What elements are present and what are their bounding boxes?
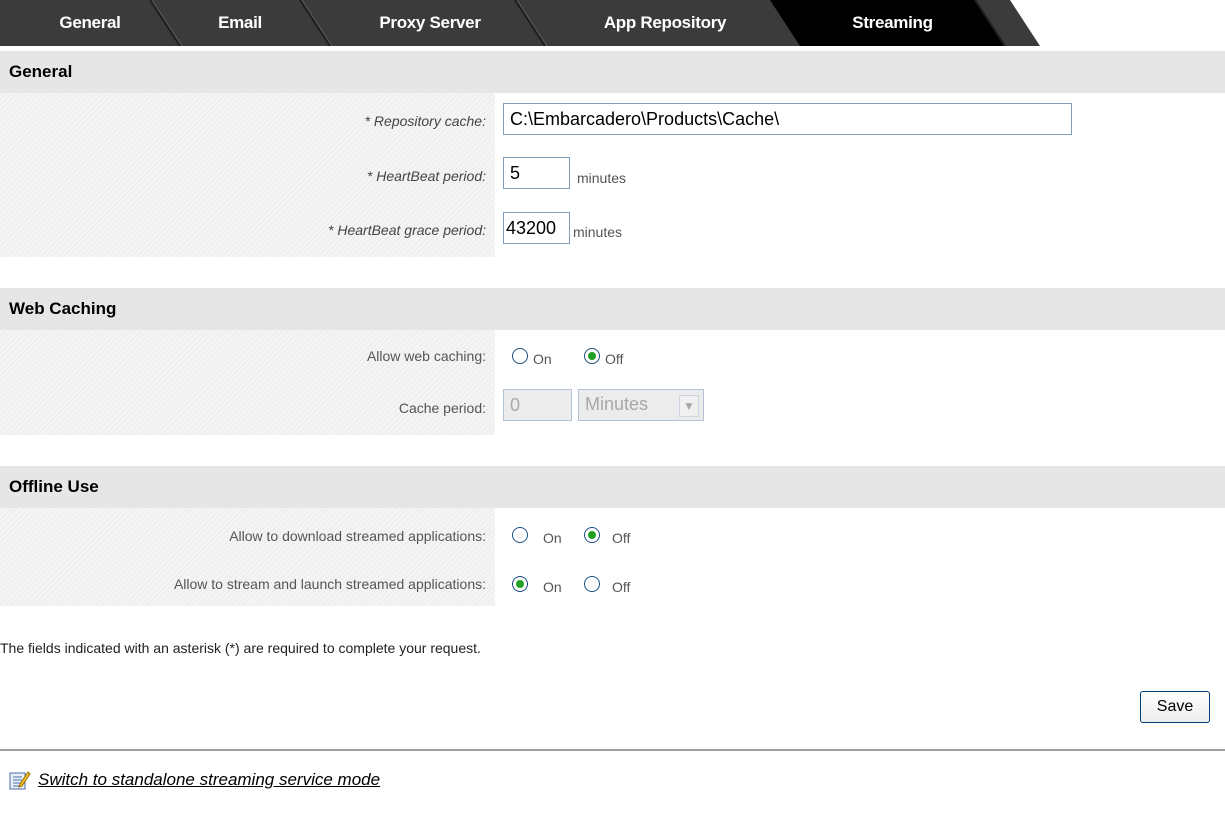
heartbeat-grace-period-label: * HeartBeat grace period: bbox=[328, 222, 486, 238]
allow-stream-launch-on-radio[interactable] bbox=[512, 576, 528, 592]
allow-download-on-label: On bbox=[543, 530, 562, 546]
allow-web-caching-off-label: Off bbox=[605, 351, 624, 367]
allow-stream-launch-off-label: Off bbox=[612, 579, 631, 595]
tab-general[interactable]: General bbox=[20, 0, 160, 46]
allow-web-caching-off-radio[interactable] bbox=[584, 348, 600, 364]
switch-standalone-mode-link[interactable]: Switch to standalone streaming service m… bbox=[38, 770, 380, 790]
edit-note-icon bbox=[9, 771, 31, 790]
heartbeat-grace-period-unit: minutes bbox=[573, 224, 623, 240]
allow-stream-launch-label: Allow to stream and launch streamed appl… bbox=[173, 576, 486, 592]
repository-cache-label: * Repository cache: bbox=[364, 113, 486, 129]
divider bbox=[0, 749, 1225, 751]
cache-period-input[interactable] bbox=[503, 389, 572, 421]
allow-web-caching-label: Allow web caching: bbox=[366, 348, 486, 364]
tab-email[interactable]: Email bbox=[170, 0, 310, 46]
allow-download-off-label: Off bbox=[612, 530, 631, 546]
required-fields-note: The fields indicated with an asterisk (*… bbox=[0, 640, 481, 656]
section-header-web-caching: Web Caching bbox=[0, 288, 1225, 330]
repository-cache-input[interactable] bbox=[503, 103, 1072, 135]
tab-bar: General Email Proxy Server App Repositor… bbox=[0, 0, 1225, 46]
web-caching-label-column bbox=[0, 330, 495, 435]
chevron-down-icon: ▼ bbox=[679, 395, 699, 417]
tab-streaming[interactable]: Streaming bbox=[800, 0, 985, 46]
allow-download-on-radio[interactable] bbox=[512, 527, 528, 543]
save-button[interactable]: Save bbox=[1140, 691, 1210, 723]
allow-stream-launch-on-label: On bbox=[543, 579, 562, 595]
section-header-offline-use: Offline Use bbox=[0, 466, 1225, 508]
allow-stream-launch-off-radio[interactable] bbox=[584, 576, 600, 592]
allow-web-caching-on-radio[interactable] bbox=[512, 348, 528, 364]
cache-period-label: Cache period: bbox=[398, 400, 486, 416]
heartbeat-period-input[interactable] bbox=[503, 157, 570, 189]
allow-web-caching-on-label: On bbox=[533, 351, 552, 367]
allow-download-label: Allow to download streamed applications: bbox=[229, 528, 486, 544]
allow-download-off-radio[interactable] bbox=[584, 527, 600, 543]
heartbeat-grace-period-input[interactable] bbox=[503, 212, 570, 244]
section-header-general: General bbox=[0, 51, 1225, 93]
cache-period-unit-value: Minutes bbox=[585, 394, 649, 414]
tab-proxy-server[interactable]: Proxy Server bbox=[335, 0, 525, 46]
cache-period-unit-select[interactable]: Minutes ▼ bbox=[578, 389, 704, 421]
tab-app-repository[interactable]: App Repository bbox=[560, 0, 770, 46]
heartbeat-period-label: * HeartBeat period: bbox=[366, 168, 486, 184]
heartbeat-period-unit: minutes bbox=[577, 170, 627, 186]
